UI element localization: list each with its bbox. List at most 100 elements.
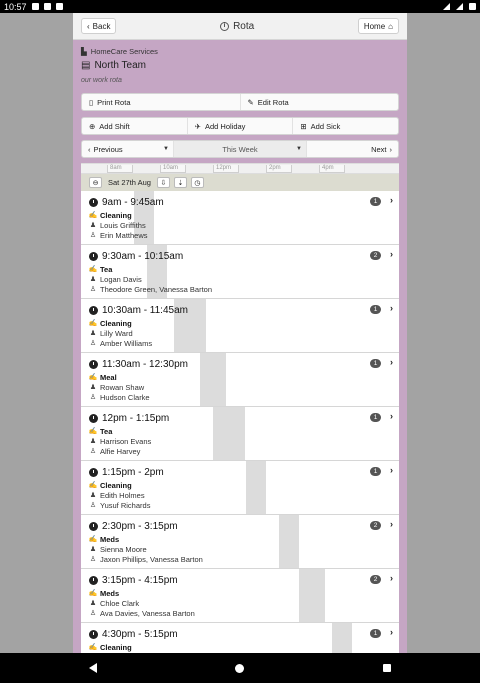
edit-label: Edit Rota — [257, 97, 289, 107]
collapse-day-button[interactable]: ⊖ — [89, 177, 102, 188]
message-icon — [31, 3, 39, 10]
back-button[interactable]: ‹ Back — [81, 18, 117, 34]
chevron-right-icon[interactable]: › — [390, 465, 393, 475]
add-holiday-button[interactable]: ✈ Add Holiday — [186, 118, 293, 134]
download-outline-button[interactable]: ⇣ — [173, 177, 187, 188]
shift-type: ✍ Tea — [89, 426, 169, 436]
plus-circle-icon: ⊕ — [89, 121, 96, 131]
chevron-right-icon[interactable]: › — [390, 411, 393, 421]
chevron-right-icon[interactable]: › — [390, 249, 393, 259]
shift-card[interactable]: 3:15pm - 4:15pm ✍ Meds ♟ Chloe Clark ♙ Ava … — [81, 569, 399, 623]
week-label: This Week — [222, 144, 258, 154]
shift-client-text: Louis Griffiths — [100, 220, 146, 230]
shift-time: 9:30am - 10:15am — [89, 249, 212, 263]
shift-type: ✍ Cleaning — [89, 480, 164, 490]
rota-app: ‹ Back i Rota Home ⌂ ▙ HomeCare Services… — [73, 13, 407, 653]
shift-time: 11:30am - 12:30pm — [89, 357, 188, 371]
staff-count-badge: 1 — [370, 629, 381, 638]
document-icon: ▯ — [89, 97, 94, 107]
chevron-left-icon: ‹ — [87, 21, 90, 31]
shift-type-text: Cleaning — [100, 210, 132, 220]
timeline-tick: 4pm — [319, 165, 345, 173]
chevron-right-icon[interactable]: › — [390, 357, 393, 367]
shift-time: 4:30pm - 5:15pm — [89, 627, 178, 641]
shift-card[interactable]: 10:30am - 11:45am ✍ Cleaning ♟ Lilly Ward … — [81, 299, 399, 353]
sim-icon — [43, 3, 51, 10]
download-button[interactable]: ⇩ — [156, 177, 170, 188]
task-icon: ✍ — [88, 212, 98, 219]
shift-type: ✍ Cleaning — [89, 210, 164, 220]
shift-client: ♟ Lilly Ward — [89, 328, 188, 338]
print-label: Print Rota — [97, 97, 131, 107]
person-icon: ♙ — [89, 448, 97, 455]
shift-card[interactable]: 9am - 9:45am ✍ Cleaning ♟ Louis Griffiths … — [81, 191, 399, 245]
shift-type: ✍ Cleaning — [89, 642, 178, 652]
timeline-band — [299, 569, 325, 622]
shift-card[interactable]: 12pm - 1:15pm ✍ Tea ♟ Harrison Evans ♙ Alfi… — [81, 407, 399, 461]
shift-card[interactable]: 11:30am - 12:30pm ✍ Meal ♟ Rowan Shaw ♙ Hud… — [81, 353, 399, 407]
shift-time-text: 9:30am - 10:15am — [102, 250, 184, 262]
next-button[interactable]: Next › — [306, 141, 398, 157]
next-label: Next — [371, 144, 387, 154]
shift-card[interactable]: 4:30pm - 5:15pm ✍ Cleaning 1 › — [81, 623, 399, 653]
client-icon: ♟ — [89, 222, 97, 229]
shift-card[interactable]: 9:30am - 10:15am ✍ Tea ♟ Logan Davis ♙ Theo… — [81, 245, 399, 299]
shift-client: ♟ Rowan Shaw — [89, 382, 188, 392]
person-icon: ♙ — [89, 394, 97, 401]
add-actions: ⊕ Add Shift ✈ Add Holiday ⊞ Add Sick — [81, 117, 399, 135]
shift-staff: ♙ Jaxon Phillips, Vanessa Barton — [89, 554, 203, 564]
shift-time-text: 1:15pm - 2pm — [102, 466, 164, 478]
add-shift-label: Add Shift — [99, 121, 130, 131]
shift-staff: ♙ Erin Matthews — [89, 230, 164, 240]
medical-icon: ⊞ — [300, 121, 307, 131]
shift-time-text: 10:30am - 11:45am — [102, 304, 188, 316]
back-nav-icon[interactable] — [89, 663, 98, 673]
edit-rota-button[interactable]: ✎ Edit Rota — [239, 94, 399, 110]
shift-card[interactable]: 1:15pm - 2pm ✍ Cleaning ♟ Edith Holmes ♙ Yu… — [81, 461, 399, 515]
shift-details: 4:30pm - 5:15pm ✍ Cleaning — [89, 627, 178, 652]
info-icon[interactable]: i — [220, 21, 230, 31]
chevron-right-icon[interactable]: › — [390, 519, 393, 529]
recents-nav-icon[interactable] — [382, 664, 391, 672]
home-nav-icon[interactable] — [235, 663, 245, 673]
wifi-icon — [443, 3, 450, 10]
client-icon: ♟ — [89, 492, 97, 499]
chevron-right-icon: › — [389, 144, 393, 154]
chevron-left-icon: ‹ — [88, 144, 91, 154]
client-icon: ♟ — [89, 438, 97, 445]
home-icon: ⌂ — [388, 21, 393, 31]
add-sick-button[interactable]: ⊞ Add Sick — [292, 118, 398, 134]
previous-label: Previous — [93, 144, 123, 154]
task-icon: ✍ — [88, 374, 98, 381]
print-rota-button[interactable]: ▯ Print Rota — [82, 94, 240, 110]
week-select[interactable]: This Week ▼ — [174, 141, 306, 157]
chevron-right-icon[interactable]: › — [390, 195, 393, 205]
shift-staff-text: Yusuf Richards — [100, 500, 151, 510]
task-icon: ✍ — [88, 428, 98, 435]
title-text: Rota — [233, 20, 255, 32]
clock-icon — [89, 305, 98, 315]
clock-button[interactable]: ◷ — [190, 177, 204, 188]
timeline-tick: 2pm — [266, 165, 292, 173]
shift-staff: ♙ Theodore Green, Vanessa Barton — [89, 284, 212, 294]
chevron-right-icon[interactable]: › — [390, 303, 393, 313]
shift-client: ♟ Logan Davis — [89, 274, 212, 284]
shift-details: 9am - 9:45am ✍ Cleaning ♟ Louis Griffiths … — [89, 195, 164, 240]
shift-client: ♟ Louis Griffiths — [89, 220, 164, 230]
shift-card[interactable]: 2:30pm - 3:15pm ✍ Meds ♟ Sienna Moore ♙ Jax… — [81, 515, 399, 569]
shift-details: 10:30am - 11:45am ✍ Cleaning ♟ Lilly Ward … — [89, 303, 188, 348]
battery-icon — [469, 3, 476, 10]
staff-count-badge: 1 — [370, 197, 381, 206]
timeline-tick: 12pm — [213, 165, 239, 173]
chevron-right-icon[interactable]: › — [390, 627, 393, 637]
company-name: ▙ HomeCare Services — [81, 45, 399, 57]
add-shift-button[interactable]: ⊕ Add Shift — [82, 118, 187, 134]
chevron-right-icon[interactable]: › — [390, 573, 393, 583]
shift-type-text: Tea — [100, 426, 113, 436]
shift-type: ✍ Meds — [89, 534, 203, 544]
home-button[interactable]: Home ⌂ — [357, 18, 399, 34]
shift-type: ✍ Cleaning — [89, 318, 188, 328]
shift-details: 12pm - 1:15pm ✍ Tea ♟ Harrison Evans ♙ Alfi… — [89, 411, 170, 456]
previous-button[interactable]: ‹ Previous ▼ — [82, 141, 174, 157]
person-icon: ♙ — [89, 610, 97, 617]
